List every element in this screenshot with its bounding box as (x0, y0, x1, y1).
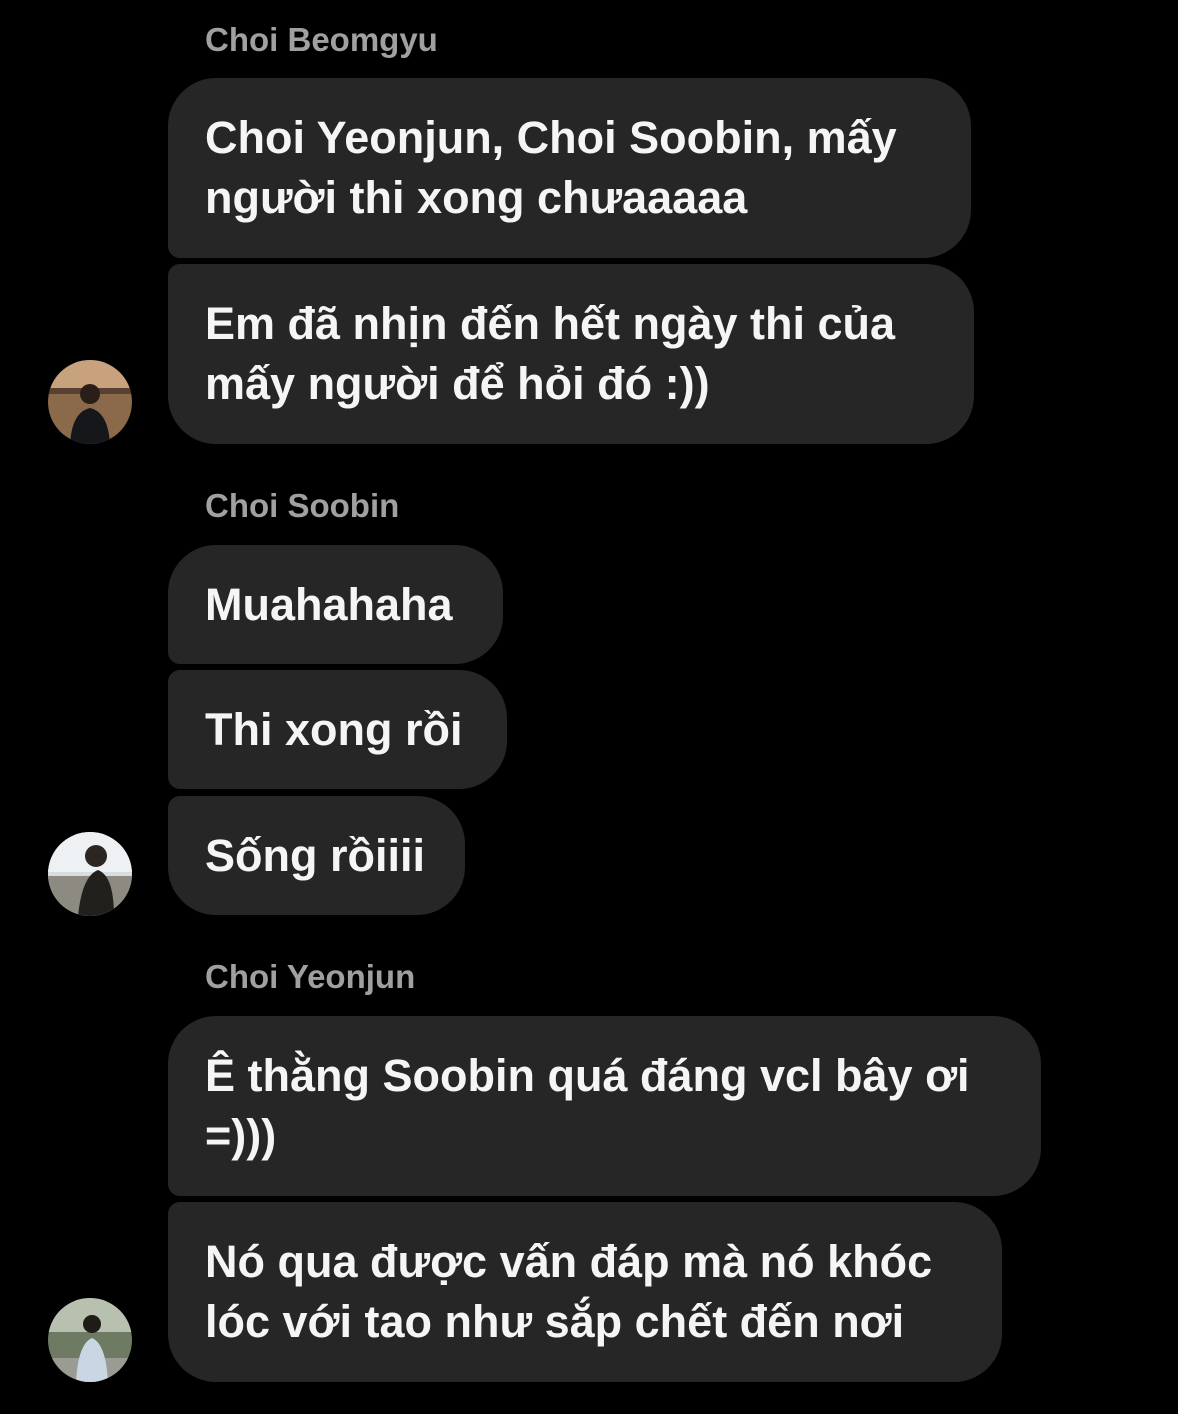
message-bubble[interactable]: Choi Yeonjun, Choi Soobin, mấy người thi… (168, 78, 971, 258)
person-photo-icon (48, 360, 132, 444)
message-bubble[interactable]: Thi xong rồi (168, 670, 507, 789)
message-text: Ê thằng Soobin quá đáng vcl bây ơi =))) (205, 1050, 970, 1161)
message-text: Em đã nhịn đến hết ngày thi của mấy ngườ… (205, 298, 896, 409)
person-photo-icon (48, 1298, 132, 1382)
avatar-beomgyu[interactable] (48, 360, 132, 444)
avatar-yeonjun[interactable] (48, 1298, 132, 1382)
message-text: Nó qua được vấn đáp mà nó khóc lóc với t… (205, 1236, 933, 1347)
avatar-soobin[interactable] (48, 832, 132, 916)
sender-name-soobin: Choi Soobin (205, 487, 400, 524)
message-bubble[interactable]: Muahahaha (168, 545, 503, 664)
message-bubble[interactable]: Sống rồiiii (168, 796, 465, 915)
person-photo-icon (48, 832, 132, 916)
message-text: Muahahaha (205, 578, 453, 630)
sender-name-beomgyu: Choi Beomgyu (205, 21, 438, 58)
message-bubble[interactable]: Ê thằng Soobin quá đáng vcl bây ơi =))) (168, 1016, 1041, 1196)
sender-name-yeonjun: Choi Yeonjun (205, 958, 416, 995)
message-bubble[interactable]: Nó qua được vấn đáp mà nó khóc lóc với t… (168, 1202, 1002, 1382)
message-text: Thi xong rồi (205, 703, 463, 755)
message-text: Sống rồiiii (205, 829, 425, 881)
message-bubble[interactable]: Em đã nhịn đến hết ngày thi của mấy ngườ… (168, 264, 974, 444)
message-text: Choi Yeonjun, Choi Soobin, mấy người thi… (205, 112, 897, 223)
